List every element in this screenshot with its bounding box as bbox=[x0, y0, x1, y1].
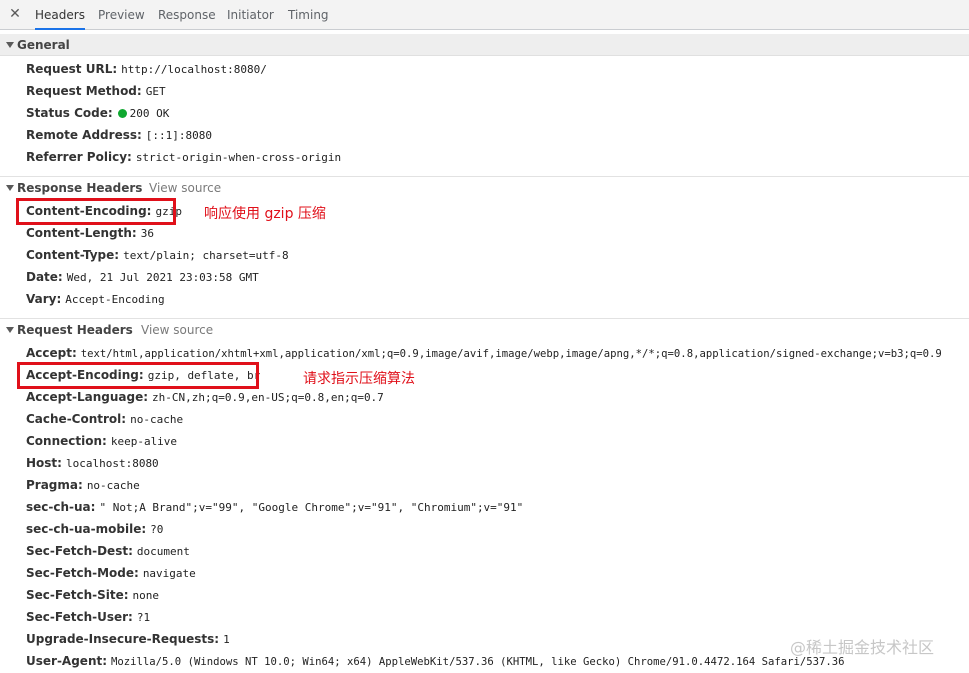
request-row-sec-fetch-mode: Sec-Fetch-Mode: navigate bbox=[26, 564, 196, 582]
header-key: sec-ch-ua: bbox=[26, 500, 96, 514]
header-key: Content-Type: bbox=[26, 248, 120, 262]
header-value: text/html,application/xhtml+xml,applicat… bbox=[80, 348, 942, 360]
request-row-user-agent: User-Agent: Mozilla/5.0 (Windows NT 10.0;… bbox=[26, 652, 845, 670]
header-key: Connection: bbox=[26, 434, 107, 448]
header-key: Referrer Policy: bbox=[26, 150, 132, 164]
devtools-tab-bar: ✕ Headers Preview Response Initiator Tim… bbox=[0, 0, 969, 30]
general-section-header[interactable]: General bbox=[0, 34, 969, 56]
header-value: zh-CN,zh;q=0.9,en-US;q=0.8,en;q=0.7 bbox=[152, 391, 384, 404]
accept-encoding-highlight-box bbox=[17, 362, 259, 389]
request-row-sec-fetch-site: Sec-Fetch-Site: none bbox=[26, 586, 159, 604]
expand-triangle-icon bbox=[6, 42, 14, 48]
request-view-source-link[interactable]: View source bbox=[141, 319, 213, 341]
general-row-request-method: Request Method: GET bbox=[26, 82, 166, 100]
header-value: ?0 bbox=[150, 523, 164, 536]
response-row-content-length: Content-Length: 36 bbox=[26, 224, 154, 242]
general-row-status-code: Status Code: 200 OK bbox=[26, 104, 169, 122]
header-value: [::1]:8080 bbox=[145, 129, 213, 142]
general-section-title: General bbox=[17, 38, 70, 52]
expand-triangle-icon bbox=[6, 327, 14, 333]
header-value: ?1 bbox=[136, 611, 151, 624]
header-key: Request URL: bbox=[26, 62, 118, 76]
request-row-pragma: Pragma: no-cache bbox=[26, 476, 140, 494]
header-key: Request Method: bbox=[26, 84, 142, 98]
request-row-sec-ch-ua-mobile: sec-ch-ua-mobile: ?0 bbox=[26, 520, 163, 538]
header-value: " Not;A Brand";v="99", "Google Chrome";v… bbox=[99, 501, 524, 514]
header-value: Accept-Encoding bbox=[65, 293, 165, 306]
header-value: no-cache bbox=[130, 413, 184, 426]
header-value: strict-origin-when-cross-origin bbox=[135, 151, 342, 164]
general-row-referrer-policy: Referrer Policy: strict-origin-when-cross… bbox=[26, 148, 341, 166]
header-key: Sec-Fetch-User: bbox=[26, 610, 133, 624]
header-value: keep-alive bbox=[110, 435, 178, 448]
request-row-sec-fetch-dest: Sec-Fetch-Dest: document bbox=[26, 542, 190, 560]
general-row-request-url: Request URL: http://localhost:8080/ bbox=[26, 60, 267, 78]
tab-timing[interactable]: Timing bbox=[288, 0, 329, 30]
header-value: text/plain; charset=utf-8 bbox=[123, 249, 289, 262]
request-row-connection: Connection: keep-alive bbox=[26, 432, 177, 450]
header-value: 1 bbox=[223, 633, 230, 646]
header-value: GET bbox=[145, 85, 166, 98]
request-headers-title: Request Headers bbox=[17, 323, 133, 337]
response-headers-section-header[interactable]: Response Headers View source bbox=[0, 176, 969, 198]
header-key: Host: bbox=[26, 456, 62, 470]
request-row-cache-control: Cache-Control: no-cache bbox=[26, 410, 183, 428]
header-key: Date: bbox=[26, 270, 63, 284]
request-row-sec-ch-ua: sec-ch-ua: " Not;A Brand";v="99", "Google… bbox=[26, 498, 523, 516]
header-key: Sec-Fetch-Dest: bbox=[26, 544, 133, 558]
request-annotation-text: 请求指示压缩算法 bbox=[303, 371, 415, 387]
close-icon[interactable]: ✕ bbox=[8, 6, 22, 22]
header-key: Status Code: bbox=[26, 106, 113, 120]
tab-initiator[interactable]: Initiator bbox=[227, 0, 274, 30]
response-row-vary: Vary: Accept-Encoding bbox=[26, 290, 165, 308]
tab-headers[interactable]: Headers bbox=[35, 0, 85, 30]
expand-triangle-icon bbox=[6, 185, 14, 191]
header-key: Content-Length: bbox=[26, 226, 137, 240]
header-key: Cache-Control: bbox=[26, 412, 127, 426]
header-key: User-Agent: bbox=[26, 654, 108, 668]
header-key: Vary: bbox=[26, 292, 62, 306]
tab-preview[interactable]: Preview bbox=[98, 0, 145, 30]
header-value: localhost:8080 bbox=[65, 457, 159, 470]
header-value: no-cache bbox=[86, 479, 140, 492]
header-value: navigate bbox=[142, 567, 196, 580]
header-key: Accept: bbox=[26, 346, 77, 360]
header-value: none bbox=[132, 589, 160, 602]
header-key: Upgrade-Insecure-Requests: bbox=[26, 632, 220, 646]
header-key: Sec-Fetch-Mode: bbox=[26, 566, 139, 580]
header-key: Remote Address: bbox=[26, 128, 142, 142]
header-value: http://localhost:8080/ bbox=[121, 63, 267, 76]
status-ok-dot-icon bbox=[117, 109, 127, 118]
watermark: @稀土掘金技术社区 bbox=[790, 638, 935, 657]
header-key: Pragma: bbox=[26, 478, 83, 492]
request-row-accept: Accept: text/html,application/xhtml+xml,a… bbox=[26, 344, 942, 362]
general-row-remote-address: Remote Address: [::1]:8080 bbox=[26, 126, 212, 144]
header-value: 200 OK bbox=[129, 107, 170, 120]
response-annotation-text: 响应使用 gzip 压缩 bbox=[204, 206, 326, 222]
header-value: Wed, 21 Jul 2021 23:03:58 GMT bbox=[66, 271, 259, 284]
request-row-sec-fetch-user: Sec-Fetch-User: ?1 bbox=[26, 608, 150, 626]
header-value: Mozilla/5.0 (Windows NT 10.0; Win64; x64… bbox=[111, 656, 845, 668]
response-row-content-type: Content-Type: text/plain; charset=utf-8 bbox=[26, 246, 289, 264]
tab-response[interactable]: Response bbox=[158, 0, 216, 30]
request-row-host: Host: localhost:8080 bbox=[26, 454, 159, 472]
header-key: Sec-Fetch-Site: bbox=[26, 588, 129, 602]
header-key: sec-ch-ua-mobile: bbox=[26, 522, 147, 536]
header-value: 36 bbox=[140, 227, 154, 240]
request-row-accept-language: Accept-Language: zh-CN,zh;q=0.9,en-US;q=0… bbox=[26, 388, 384, 406]
header-value: document bbox=[136, 545, 190, 558]
response-view-source-link[interactable]: View source bbox=[149, 177, 221, 199]
header-key: Accept-Language: bbox=[26, 390, 149, 404]
request-row-upgrade-insecure-requests: Upgrade-Insecure-Requests: 1 bbox=[26, 630, 230, 648]
response-row-date: Date: Wed, 21 Jul 2021 23:03:58 GMT bbox=[26, 268, 259, 286]
response-headers-title: Response Headers bbox=[17, 181, 143, 195]
request-headers-section-header[interactable]: Request Headers View source bbox=[0, 318, 969, 340]
content-encoding-highlight-box bbox=[16, 198, 176, 225]
